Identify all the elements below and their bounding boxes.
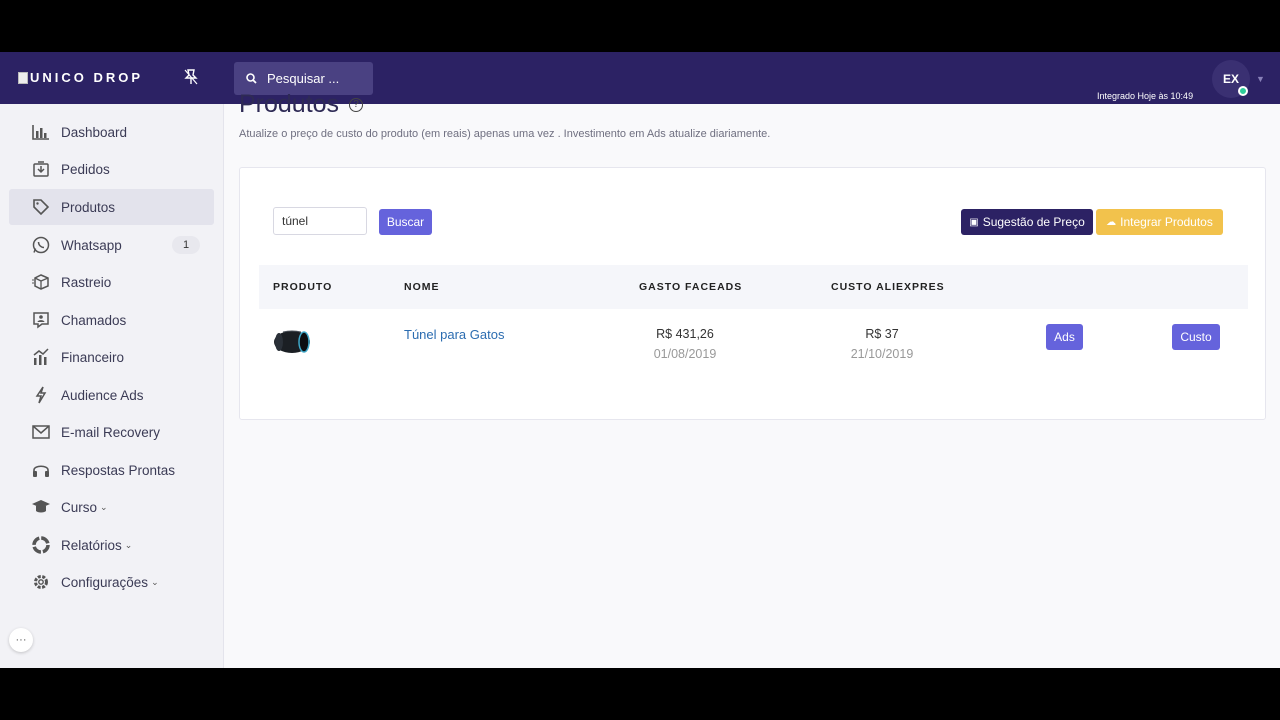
search-placeholder: Pesquisar ...: [267, 71, 340, 86]
sidebar-item-label: Whatsapp: [61, 237, 122, 253]
sidebar: Dashboard Pedidos Produtos Whatsapp 1 Ra…: [0, 104, 224, 668]
broken-image-icon: [18, 71, 28, 84]
sidebar-item-label: Produtos: [61, 199, 116, 215]
chevron-down-icon: ⌄: [100, 501, 108, 512]
tag-icon: [31, 197, 51, 217]
sugestao-preco-button[interactable]: ▣ Sugestão de Preço: [961, 209, 1093, 235]
mail-icon: [31, 422, 51, 442]
product-name-link[interactable]: Túnel para Gatos: [404, 327, 504, 342]
sugestao-label: Sugestão de Preço: [982, 215, 1085, 229]
page-subtitle: Atualize o preço de custo do produto (em…: [239, 128, 771, 140]
headset-icon: [31, 460, 51, 480]
sidebar-item-configuracoes[interactable]: Configurações ⌄: [9, 564, 214, 600]
integrar-label: Integrar Produtos: [1120, 215, 1213, 229]
package-icon: [31, 272, 51, 292]
search-product-input[interactable]: túnel: [273, 207, 367, 235]
chevron-down-icon[interactable]: ▼: [1256, 74, 1265, 84]
integrar-produtos-button[interactable]: ☁ Integrar Produtos: [1096, 209, 1223, 235]
custo-value: R$ 37: [865, 327, 899, 341]
sidebar-item-label: Curso: [61, 499, 98, 515]
more-icon: ···: [15, 634, 27, 646]
brand-logo[interactable]: UNICO DROP: [18, 70, 143, 85]
table-row: Túnel para Gatos R$ 431,26 01/08/2019 R$…: [259, 309, 1248, 365]
help-icon[interactable]: ?: [349, 97, 364, 112]
custo-date: 21/10/2019: [850, 347, 914, 361]
avatar-initials: EX: [1222, 72, 1239, 86]
gear-icon: [31, 572, 51, 592]
sidebar-item-label: Pedidos: [61, 161, 110, 177]
sidebar-item-audience-ads[interactable]: Audience Ads: [9, 377, 214, 413]
sidebar-item-curso[interactable]: Curso ⌄: [9, 489, 214, 525]
custo-button[interactable]: Custo: [1172, 324, 1220, 350]
graduation-cap-icon: [31, 497, 51, 517]
sidebar-item-label: Chamados: [61, 312, 127, 328]
sidebar-item-produtos[interactable]: Produtos: [9, 189, 214, 225]
cloud-upload-icon: ☁: [1106, 216, 1117, 228]
pie-icon: [31, 535, 51, 555]
brand-text: UNICO DROP: [30, 70, 144, 85]
col-gasto-faceads: GASTO FACEADS: [639, 281, 743, 293]
sync-status: Integrado Hoje às 10:49: [1097, 91, 1194, 101]
sidebar-item-chamados[interactable]: Chamados: [9, 302, 214, 338]
buscar-button[interactable]: Buscar: [379, 209, 432, 235]
page-title-text: Produtos: [239, 90, 340, 118]
sidebar-item-label: Configurações: [61, 574, 149, 590]
sidebar-item-label: Respostas Prontas: [61, 462, 176, 478]
support-icon: [31, 310, 51, 330]
more-options-button[interactable]: ···: [9, 628, 33, 652]
ads-button[interactable]: Ads: [1046, 324, 1083, 350]
sidebar-item-rastreio[interactable]: Rastreio: [9, 264, 214, 300]
sidebar-item-pedidos[interactable]: Pedidos: [9, 151, 214, 187]
search-icon: [246, 73, 257, 84]
user-avatar[interactable]: EX: [1212, 60, 1250, 98]
col-custo-aliexpres: CUSTO ALIEXPRES: [831, 281, 945, 293]
sidebar-item-label: Rastreio: [61, 274, 112, 290]
whatsapp-icon: [31, 235, 51, 255]
col-produto: PRODUTO: [273, 281, 333, 293]
app-frame: UNICO DROP Pesquisar ... Integrado Hoje …: [0, 52, 1280, 668]
table-header: PRODUTO NOME GASTO FACEADS CUSTO ALIEXPR…: [259, 265, 1248, 309]
bolt-icon: [31, 385, 51, 405]
page-title: Produtos ?: [239, 90, 364, 119]
sidebar-item-respostas-prontas[interactable]: Respostas Prontas: [9, 452, 214, 488]
product-image: [274, 330, 310, 353]
sidebar-item-financeiro[interactable]: Financeiro: [9, 339, 214, 375]
whatsapp-count-badge: 1: [172, 236, 200, 254]
sidebar-item-email-recovery[interactable]: E-mail Recovery: [9, 414, 214, 450]
finance-chart-icon: [31, 347, 51, 367]
products-card: túnel Buscar ▣ Sugestão de Preço ☁ Integ…: [239, 167, 1266, 420]
online-status-icon: [1238, 86, 1248, 96]
gasto-value: R$ 431,26: [656, 327, 714, 341]
top-bar: UNICO DROP Pesquisar ... Integrado Hoje …: [0, 52, 1280, 104]
bar-chart-icon: [31, 122, 51, 142]
col-nome: NOME: [404, 281, 440, 293]
pin-icon[interactable]: [184, 69, 198, 88]
sidebar-item-label: Dashboard: [61, 124, 128, 140]
sidebar-item-label: Audience Ads: [61, 387, 144, 403]
sidebar-item-label: Financeiro: [61, 349, 125, 365]
gasto-date: 01/08/2019: [653, 347, 717, 361]
sidebar-item-whatsapp[interactable]: Whatsapp 1: [9, 227, 214, 263]
chevron-down-icon: ⌄: [124, 539, 133, 550]
sidebar-item-label: Relatórios: [61, 537, 122, 553]
sidebar-item-dashboard[interactable]: Dashboard: [9, 114, 214, 150]
money-icon: ▣: [969, 216, 979, 228]
sidebar-item-relatorios[interactable]: Relatórios ⌄: [9, 527, 214, 563]
sidebar-item-label: E-mail Recovery: [61, 424, 161, 440]
chevron-down-icon: ⌄: [151, 576, 159, 587]
inbox-icon: [31, 159, 51, 179]
